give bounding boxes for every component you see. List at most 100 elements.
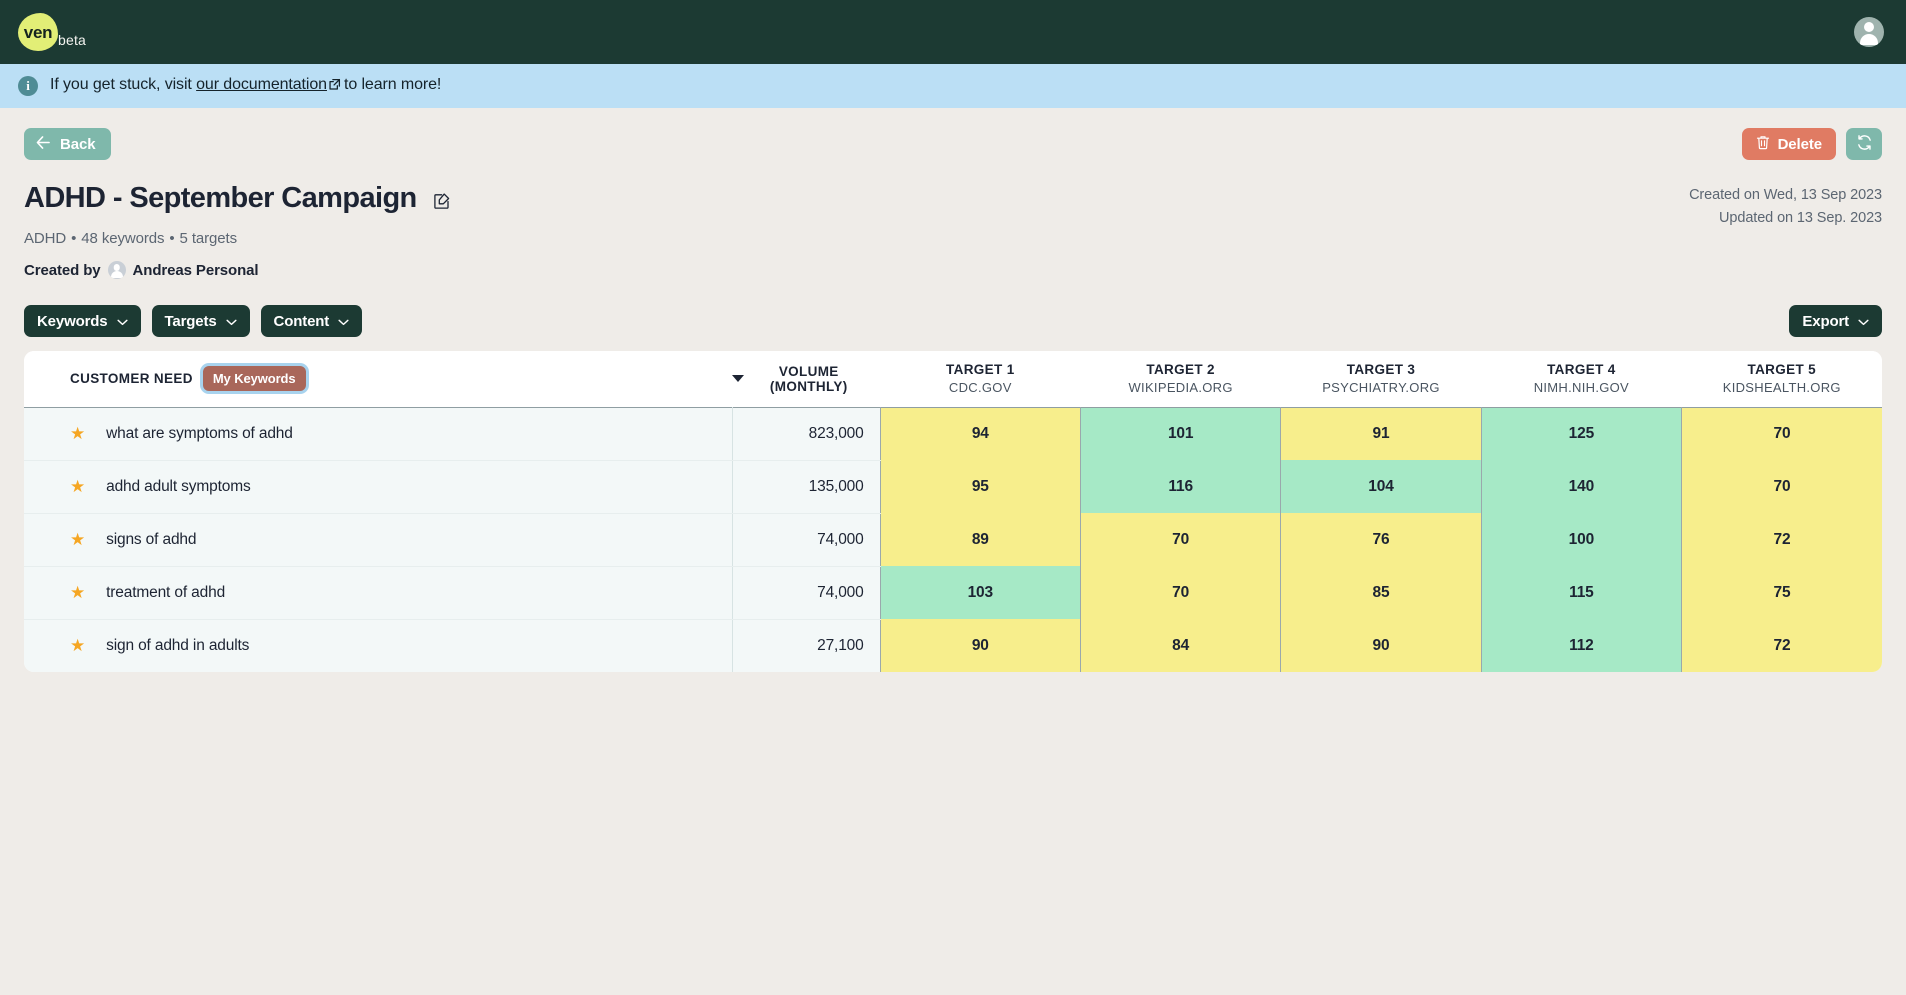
updated-on-text: Updated on 13 Sep. 2023 xyxy=(1719,210,1882,227)
chevron-down-icon xyxy=(116,313,128,330)
column-header-customer-need: CUSTOMER NEED My Keywords xyxy=(24,351,733,407)
edit-pencil-icon[interactable] xyxy=(433,192,451,210)
keyword-text: signs of adhd xyxy=(106,530,197,548)
campaign-header: ADHD - September Campaign Created on Wed… xyxy=(24,182,1882,279)
table-row: ★ signs of adhd 74,000 89 70 76 100 72 xyxy=(24,513,1882,567)
action-toolbar: Back Delete xyxy=(24,108,1882,160)
column-header-volume[interactable]: VOLUME (MONTHLY) xyxy=(732,351,881,407)
keyword-cell: ★ signs of adhd xyxy=(24,513,733,567)
title-row: ADHD - September Campaign xyxy=(24,182,1882,215)
target-5-score-cell: 70 xyxy=(1681,460,1882,513)
user-avatar-icon[interactable] xyxy=(1854,17,1884,47)
star-icon[interactable]: ★ xyxy=(70,478,85,495)
customer-need-label: CUSTOMER NEED xyxy=(70,371,193,387)
target-3-score-cell: 85 xyxy=(1280,566,1482,619)
keyword-cell: ★ sign of adhd in adults xyxy=(24,619,733,672)
star-icon[interactable]: ★ xyxy=(70,584,85,601)
target-4-score-cell: 112 xyxy=(1481,619,1683,672)
keyword-cell: ★ adhd adult symptoms xyxy=(24,460,733,514)
export-dropdown-button[interactable]: Export xyxy=(1789,305,1882,337)
target-3-score-cell: 90 xyxy=(1280,619,1482,672)
target-2-label: TARGET 2 xyxy=(1146,361,1215,377)
info-icon: i xyxy=(18,76,38,96)
created-by-row: Created by Andreas Personal xyxy=(24,261,1882,279)
target-5-label: TARGET 5 xyxy=(1747,361,1817,377)
target-5-score-cell: 72 xyxy=(1681,619,1882,672)
target-1-domain: CDC.GOV xyxy=(948,380,1012,396)
target-4-score-cell: 125 xyxy=(1481,407,1683,460)
info-banner: i If you get stuck, visit our documentat… xyxy=(0,64,1906,108)
documentation-link[interactable]: our documentation xyxy=(196,76,327,93)
delete-button[interactable]: Delete xyxy=(1741,128,1836,160)
separator-dot: • xyxy=(169,230,175,247)
keywords-dropdown-button[interactable]: Keywords xyxy=(24,305,141,337)
content-dropdown-button[interactable]: Content xyxy=(260,305,363,337)
star-icon[interactable]: ★ xyxy=(70,637,85,654)
column-header-target-1: TARGET 1 CDC.GOV xyxy=(880,351,1081,407)
my-keywords-toggle-button[interactable]: My Keywords xyxy=(202,366,306,392)
right-action-group: Delete xyxy=(1741,128,1882,160)
target-4-score-cell: 115 xyxy=(1481,566,1683,619)
target-5-score-cell: 70 xyxy=(1681,407,1882,460)
target-4-score-cell: 140 xyxy=(1481,460,1683,513)
target-4-label: TARGET 4 xyxy=(1547,361,1616,377)
target-3-score-cell: 104 xyxy=(1280,460,1482,513)
keywords-table-container: CUSTOMER NEED My Keywords VOLUME (MONTHL… xyxy=(24,351,1882,672)
target-1-score-cell: 89 xyxy=(880,513,1081,566)
top-navigation-bar: ven beta xyxy=(0,0,1906,64)
target-2-score-cell: 101 xyxy=(1080,407,1282,460)
keyword-text: what are symptoms of adhd xyxy=(106,424,293,442)
column-header-target-2: TARGET 2 WIKIPEDIA.ORG xyxy=(1080,351,1281,407)
filter-button-group: Keywords Targets Content xyxy=(24,305,363,337)
keyword-text: adhd adult symptoms xyxy=(106,477,251,495)
avatar-head xyxy=(113,264,120,271)
back-button-label: Back xyxy=(60,135,96,153)
target-1-score-cell: 94 xyxy=(880,407,1081,460)
refresh-button[interactable] xyxy=(1846,128,1882,160)
my-keywords-wrapper: My Keywords xyxy=(202,366,306,392)
trash-icon xyxy=(1756,135,1770,154)
content-dropdown-label: Content xyxy=(273,312,330,330)
target-2-score-cell: 70 xyxy=(1080,513,1282,566)
brand-logo-mark: ven xyxy=(18,13,58,51)
avatar-body xyxy=(110,271,123,278)
table-body: ★ what are symptoms of adhd 823,000 94 101 91… xyxy=(24,407,1882,672)
keywords-count: 48 keywords xyxy=(81,230,165,247)
volume-label: VOLUME (MONTHLY) xyxy=(769,363,848,394)
keyword-cell: ★ what are symptoms of adhd xyxy=(24,407,733,461)
brand-logo[interactable]: ven beta xyxy=(18,13,86,51)
target-1-score-cell: 95 xyxy=(880,460,1081,513)
target-5-score-cell: 75 xyxy=(1681,566,1882,619)
brand-name: ven xyxy=(23,22,53,42)
back-button[interactable]: Back xyxy=(24,128,112,160)
table-header-row: CUSTOMER NEED My Keywords VOLUME (MONTHL… xyxy=(24,351,1882,407)
export-dropdown-label: Export xyxy=(1802,312,1849,330)
refresh-icon xyxy=(1856,134,1873,154)
page-content: Back Delete ADHD - September Campaign Cr… xyxy=(0,108,1906,672)
star-icon[interactable]: ★ xyxy=(70,425,85,442)
created-by-label: Created by xyxy=(24,261,101,279)
chevron-down-icon xyxy=(338,313,349,330)
volume-cell: 74,000 xyxy=(732,566,881,620)
campaign-dates: Created on Wed, 13 Sep 2023 Updated on 1… xyxy=(1689,184,1882,231)
arrow-left-icon xyxy=(36,135,51,153)
targets-dropdown-button[interactable]: Targets xyxy=(151,305,250,337)
target-2-score-cell: 70 xyxy=(1080,566,1282,619)
info-banner-text: If you get stuck, visit our documentatio… xyxy=(50,76,441,96)
keyword-text: sign of adhd in adults xyxy=(106,636,250,654)
target-3-score-cell: 76 xyxy=(1280,513,1482,566)
target-1-score-cell: 90 xyxy=(880,619,1081,672)
table-row: ★ what are symptoms of adhd 823,000 94 101 91… xyxy=(24,407,1882,461)
delete-button-label: Delete xyxy=(1777,135,1823,153)
target-2-domain: WIKIPEDIA.ORG xyxy=(1128,380,1233,396)
target-3-domain: PSYCHIATRY.ORG xyxy=(1322,380,1440,396)
keywords-dropdown-label: Keywords xyxy=(37,312,108,330)
avatar-body xyxy=(1860,34,1878,45)
volume-cell: 27,100 xyxy=(732,619,881,672)
info-banner-text-after: to learn more! xyxy=(343,76,442,93)
filter-toolbar: Keywords Targets Content Export xyxy=(24,305,1882,337)
target-5-score-cell: 72 xyxy=(1681,513,1882,566)
star-icon[interactable]: ★ xyxy=(70,531,85,548)
campaign-subline: ADHD • 48 keywords • 5 targets xyxy=(24,230,1882,247)
column-header-target-5: TARGET 5 KIDSHEALTH.ORG xyxy=(1681,351,1882,407)
